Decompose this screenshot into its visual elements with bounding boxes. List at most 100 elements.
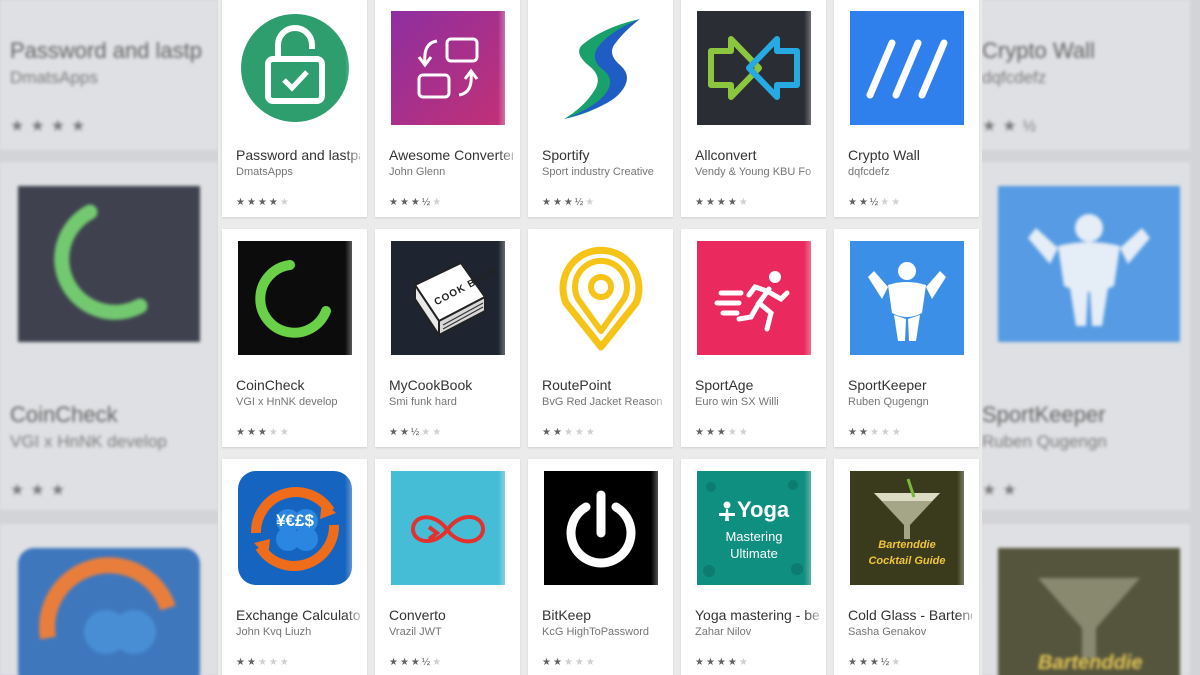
app-rating: ★★★★★ xyxy=(695,197,750,208)
app-rating: ★★★★★ xyxy=(236,657,291,668)
backdrop-rating: ★★½ xyxy=(982,118,1043,135)
app-name: Password and lastpass xyxy=(236,147,360,163)
backdrop-rating: ★★ xyxy=(982,482,1023,499)
app-name: Crypto Wall xyxy=(848,147,920,163)
backdrop-left: Password and lastp DmatsApps ★★★★ CoinCh… xyxy=(0,0,218,675)
exchange-currency-symbols: ¥€£$ xyxy=(276,511,314,530)
backdrop-app-name: CoinCheck xyxy=(10,402,118,427)
app-developer: KcG HighToPassword xyxy=(542,626,649,638)
app-developer: Zahar Nilov xyxy=(695,626,752,638)
backdrop-coincheck-icon xyxy=(18,186,200,342)
yoga-subtitle-1: Mastering xyxy=(725,529,783,544)
backdrop-right: Crypto Wall dqfcdefz ★★½ SportKeeper Rub… xyxy=(982,0,1200,675)
converto-infinity-icon xyxy=(391,471,505,585)
app-rating: ★★★½★ xyxy=(848,657,903,668)
exchange-currency-icon: ¥€£$ xyxy=(238,471,352,585)
app-name: RoutePoint xyxy=(542,377,612,393)
sportkeeper-bodybuilder-icon xyxy=(850,241,964,355)
app-rating: ★★★★★ xyxy=(542,657,597,668)
app-developer: Smi funk hard xyxy=(389,396,457,408)
app-card-crypto-wall[interactable]: Crypto Wall dqfcdefz ★★½★★ xyxy=(834,0,979,217)
app-developer: Vrazil JWT xyxy=(389,626,442,638)
cookbook-book-icon: COOK BOOK xyxy=(391,241,505,355)
app-developer: DmatsApps xyxy=(236,166,293,178)
sportify-swoosh-icon xyxy=(544,11,658,125)
app-rating: ★★★½★ xyxy=(389,657,444,668)
app-developer: BvG Red Jacket Reason xyxy=(542,396,663,408)
app-name: SportAge xyxy=(695,377,754,393)
app-card-bitkeep[interactable]: BitKeep KcG HighToPassword ★★★★★ xyxy=(528,459,673,675)
app-card-sportkeeper[interactable]: SportKeeper Ruben Qugengn ★★★★★ xyxy=(834,229,979,447)
allconvert-arrows-icon xyxy=(697,11,811,125)
app-card-allconvert[interactable]: Allconvert Vendy & Young KBU Fo ★★★★★ xyxy=(681,0,826,217)
password-lock-icon xyxy=(238,11,352,125)
yoga-mastering-icon: Yoga Mastering Ultimate xyxy=(697,471,811,585)
backdrop-rating: ★★★ xyxy=(10,482,72,499)
app-name: Awesome Converter xyxy=(389,147,513,163)
app-developer: John Kvq Liuzh xyxy=(236,626,312,638)
app-developer: Euro win SX Willi xyxy=(695,396,779,408)
app-rating: ★★★★★ xyxy=(236,197,291,208)
app-card-cold-glass[interactable]: Bartenddie Cocktail Guide Cold Glass - B… xyxy=(834,459,979,675)
backdrop-app-developer: VGI x HnNK develop xyxy=(10,432,167,451)
app-name: CoinCheck xyxy=(236,377,305,393)
app-rating: ★★★★★ xyxy=(848,427,903,438)
app-name: Yoga mastering - best xyxy=(695,607,819,623)
app-rating: ★★★★★ xyxy=(695,657,750,668)
app-name: MyCookBook xyxy=(389,377,473,393)
app-card-awesome-converter[interactable]: Awesome Converter John Glenn ★★★½★ xyxy=(375,0,520,217)
app-card-coincheck[interactable]: CoinCheck VGI x HnNK develop ★★★★★ xyxy=(222,229,367,447)
backdrop-sportkeeper-icon xyxy=(998,186,1180,342)
coincheck-ring-icon xyxy=(238,241,352,355)
app-name: Sportify xyxy=(542,147,590,163)
bartender-title: Bartenddie xyxy=(878,539,936,551)
backdrop-app-name: SportKeeper xyxy=(982,402,1106,427)
app-developer: Ruben Qugengn xyxy=(848,396,929,408)
routepoint-pin-icon xyxy=(544,241,658,355)
app-rating: ★★★★★ xyxy=(542,427,597,438)
app-developer: Sasha Genakov xyxy=(848,626,927,638)
app-card-converto[interactable]: Converto Vrazil JWT ★★★½★ xyxy=(375,459,520,675)
yoga-title: Yoga xyxy=(737,497,790,522)
app-name: Cold Glass - Bartender xyxy=(848,607,972,623)
cold-glass-cocktail-icon: Bartenddie Cocktail Guide xyxy=(850,471,964,585)
app-developer: Vendy & Young KBU Fo xyxy=(695,166,812,178)
converter-arrows-icon xyxy=(391,11,505,125)
app-name: BitKeep xyxy=(542,607,592,623)
backdrop-bartender-icon: Bartenddie xyxy=(998,548,1180,675)
app-developer: John Glenn xyxy=(389,166,446,178)
yoga-subtitle-2: Ultimate xyxy=(730,546,778,561)
app-name: SportKeeper xyxy=(848,377,927,393)
app-rating: ★★★★★ xyxy=(236,427,291,438)
app-developer: Sport industry Creative xyxy=(542,166,654,178)
backdrop-app-developer: Ruben Qugengn xyxy=(982,432,1107,451)
app-rating: ★★★½★ xyxy=(389,197,444,208)
backdrop-bartender-text: Bartenddie xyxy=(1038,652,1143,674)
backdrop-rating: ★★★★ xyxy=(10,118,92,135)
app-rating: ★★★½★ xyxy=(542,197,597,208)
app-name: Allconvert xyxy=(695,147,757,163)
app-developer: dqfcdefz xyxy=(848,166,890,178)
app-name: Exchange Calculator xyxy=(236,607,360,623)
app-developer: VGI x HnNK develop xyxy=(236,396,338,408)
app-card-sportage[interactable]: SportAge Euro win SX Willi ★★★★★ xyxy=(681,229,826,447)
app-card-routepoint[interactable]: RoutePoint BvG Red Jacket Reason ★★★★★ xyxy=(528,229,673,447)
backdrop-app-developer: DmatsApps xyxy=(10,68,98,87)
app-card-mycookbook[interactable]: COOK BOOK MyCookBook Smi funk hard ★★½★★ xyxy=(375,229,520,447)
app-grid: Password and lastpass DmatsApps ★★★★★ Aw… xyxy=(218,0,982,675)
bitkeep-power-icon xyxy=(544,471,658,585)
backdrop-app-developer: dqfcdefz xyxy=(982,68,1047,87)
app-card-password[interactable]: Password and lastpass DmatsApps ★★★★★ xyxy=(222,0,367,217)
app-card-yoga-mastering[interactable]: Yoga Mastering Ultimate Yoga mastering -… xyxy=(681,459,826,675)
backdrop-exchange-icon xyxy=(18,548,200,675)
backdrop-app-name: Password and lastp xyxy=(10,38,202,63)
sportage-runner-icon xyxy=(697,241,811,355)
bartender-subtitle: Cocktail Guide xyxy=(868,555,946,567)
app-rating: ★★½★★ xyxy=(389,427,444,438)
backdrop-app-name: Crypto Wall xyxy=(982,38,1095,63)
app-rating: ★★★★★ xyxy=(695,427,750,438)
crypto-wall-slashes-icon xyxy=(850,11,964,125)
app-rating: ★★½★★ xyxy=(848,197,903,208)
app-card-sportify[interactable]: Sportify Sport industry Creative ★★★½★ xyxy=(528,0,673,217)
app-card-exchange-calculator[interactable]: ¥€£$ Exchange Calculator John Kvq Liuzh … xyxy=(222,459,367,675)
